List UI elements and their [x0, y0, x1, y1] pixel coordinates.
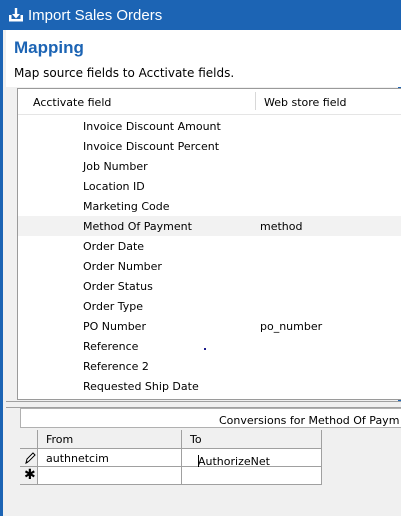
web-store-field-cell[interactable]: po_number	[260, 320, 322, 333]
to-cell-editing[interactable]: AuthorizeNet	[182, 449, 322, 468]
acctivate-field-cell: Location ID	[83, 180, 145, 193]
acctivate-field-cell: Marketing Code	[83, 200, 170, 213]
panel-splitter[interactable]	[6, 401, 401, 408]
mapping-row[interactable]: Location ID	[18, 176, 401, 196]
column-header-web-store-field[interactable]: Web store field	[264, 96, 347, 109]
conversions-caption-text: Conversions for Method Of Paym	[219, 414, 400, 427]
mapping-row[interactable]: Requested Ship Date	[18, 376, 401, 396]
column-header-from[interactable]: From	[38, 430, 182, 449]
mapping-row[interactable]: Invoice Discount Percent	[18, 136, 401, 156]
column-divider[interactable]	[255, 92, 256, 110]
mapping-row[interactable]: Job Number	[18, 156, 401, 176]
page-title: Mapping	[14, 38, 84, 57]
acctivate-field-cell: Order Status	[83, 280, 153, 293]
new-from-cell[interactable]	[38, 467, 182, 485]
acctivate-field-cell: Job Number	[83, 160, 148, 173]
mapping-row[interactable]: Order Status	[18, 276, 401, 296]
mapping-row[interactable]: PO Number po_number	[18, 316, 401, 336]
import-download-icon	[9, 8, 23, 22]
row-selector-header	[20, 430, 38, 449]
grid-header: Acctivate field Web store field	[18, 89, 401, 115]
acctivate-field-cell: Order Date	[83, 240, 145, 253]
title-bar[interactable]: Import Sales Orders	[3, 0, 401, 30]
acctivate-field-cell: Invoice Discount Percent	[83, 140, 220, 153]
new-to-cell[interactable]	[182, 467, 322, 485]
acctivate-field-cell: PO Number	[83, 320, 146, 333]
mapping-row[interactable]: Reference 2	[18, 356, 401, 376]
new-row-selector[interactable]: ✱	[20, 467, 38, 485]
page-subtitle: Map source fields to Acctivate fields.	[14, 66, 235, 80]
import-sales-orders-window: Import Sales Orders Mapping Map source f…	[0, 0, 401, 516]
row-selector[interactable]	[20, 449, 38, 467]
pencil-edit-icon	[25, 452, 36, 465]
mapping-row[interactable]: Reference	[18, 336, 401, 356]
mapping-row[interactable]: Marketing Code	[18, 196, 401, 216]
mapping-row[interactable]: Order Date	[18, 236, 401, 256]
mapping-row-partial[interactable]	[18, 396, 401, 399]
mapping-row[interactable]: Order Number	[18, 256, 401, 276]
mapping-row[interactable]: Order Type	[18, 296, 401, 316]
wizard-header: Mapping Map source fields to Acctivate f…	[6, 30, 401, 87]
mapping-row-selected[interactable]: Method Of Payment method	[18, 216, 401, 236]
column-header-acctivate-field[interactable]: Acctivate field	[33, 96, 111, 109]
acctivate-field-cell: Order Type	[83, 300, 144, 313]
acctivate-field-cell: Method Of Payment	[83, 220, 192, 233]
from-cell[interactable]: authnetcim	[38, 449, 182, 467]
acctivate-field-cell: Order Number	[83, 260, 162, 273]
acctivate-field-cell: Reference 2	[83, 360, 149, 373]
cursor-dot	[204, 348, 206, 350]
acctivate-field-cell: Reference	[83, 340, 139, 353]
conversions-panel: Conversions for Method Of Paym From To a…	[6, 408, 401, 516]
mapping-row[interactable]: Invoice Discount Amount	[18, 116, 401, 136]
acctivate-field-cell: Invoice Discount Amount	[83, 120, 221, 133]
conversions-caption: Conversions for Method Of Paym	[20, 408, 401, 428]
window-title: Import Sales Orders	[28, 6, 163, 24]
field-mapping-grid[interactable]: Acctivate field Web store field Invoice …	[17, 88, 401, 400]
acctivate-field-cell: Requested Ship Date	[83, 380, 199, 393]
new-row-asterisk-icon: ✱	[24, 467, 36, 483]
web-store-field-cell[interactable]: method	[260, 220, 302, 233]
column-header-to[interactable]: To	[182, 430, 322, 449]
